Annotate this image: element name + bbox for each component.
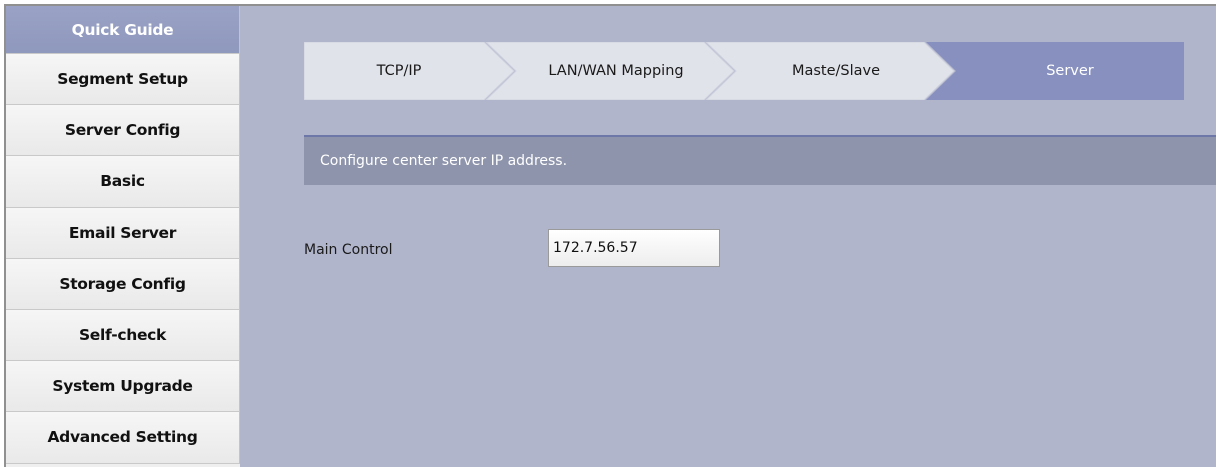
wizard-step-tcpip[interactable]: TCP/IP [304, 42, 494, 100]
sidebar-item-basic[interactable]: Basic [6, 156, 240, 208]
wizard-steps: TCP/IP LAN/WAN Mapping Maste/Slave Serve… [304, 42, 1184, 100]
sidebar-item-quick-guide[interactable]: Quick Guide [6, 6, 240, 54]
main-control-input[interactable] [548, 229, 720, 267]
sidebar-menu: Quick Guide Segment Setup Server Config … [6, 6, 240, 467]
sidebar-item-system-upgrade[interactable]: System Upgrade [6, 361, 240, 413]
main-content: TCP/IP LAN/WAN Mapping Maste/Slave Serve… [240, 6, 1216, 467]
wizard-step-lanwan-mapping[interactable]: LAN/WAN Mapping [516, 42, 716, 100]
wizard-step-server[interactable]: Server [956, 42, 1184, 100]
wizard-step-master-slave[interactable]: Maste/Slave [736, 42, 936, 100]
sidebar-item-self-check[interactable]: Self-check [6, 309, 240, 362]
sidebar-item-server-config[interactable]: Server Config [6, 105, 240, 157]
info-banner: Configure center server IP address. [304, 137, 1216, 185]
sidebar-item-email-server[interactable]: Email Server [6, 207, 240, 259]
main-control-label: Main Control [304, 242, 393, 258]
sidebar-item-segment-setup[interactable]: Segment Setup [6, 54, 240, 106]
sidebar-item-advanced-setting[interactable]: Advanced Setting [6, 412, 240, 464]
sidebar-item-storage-config[interactable]: Storage Config [6, 258, 240, 310]
